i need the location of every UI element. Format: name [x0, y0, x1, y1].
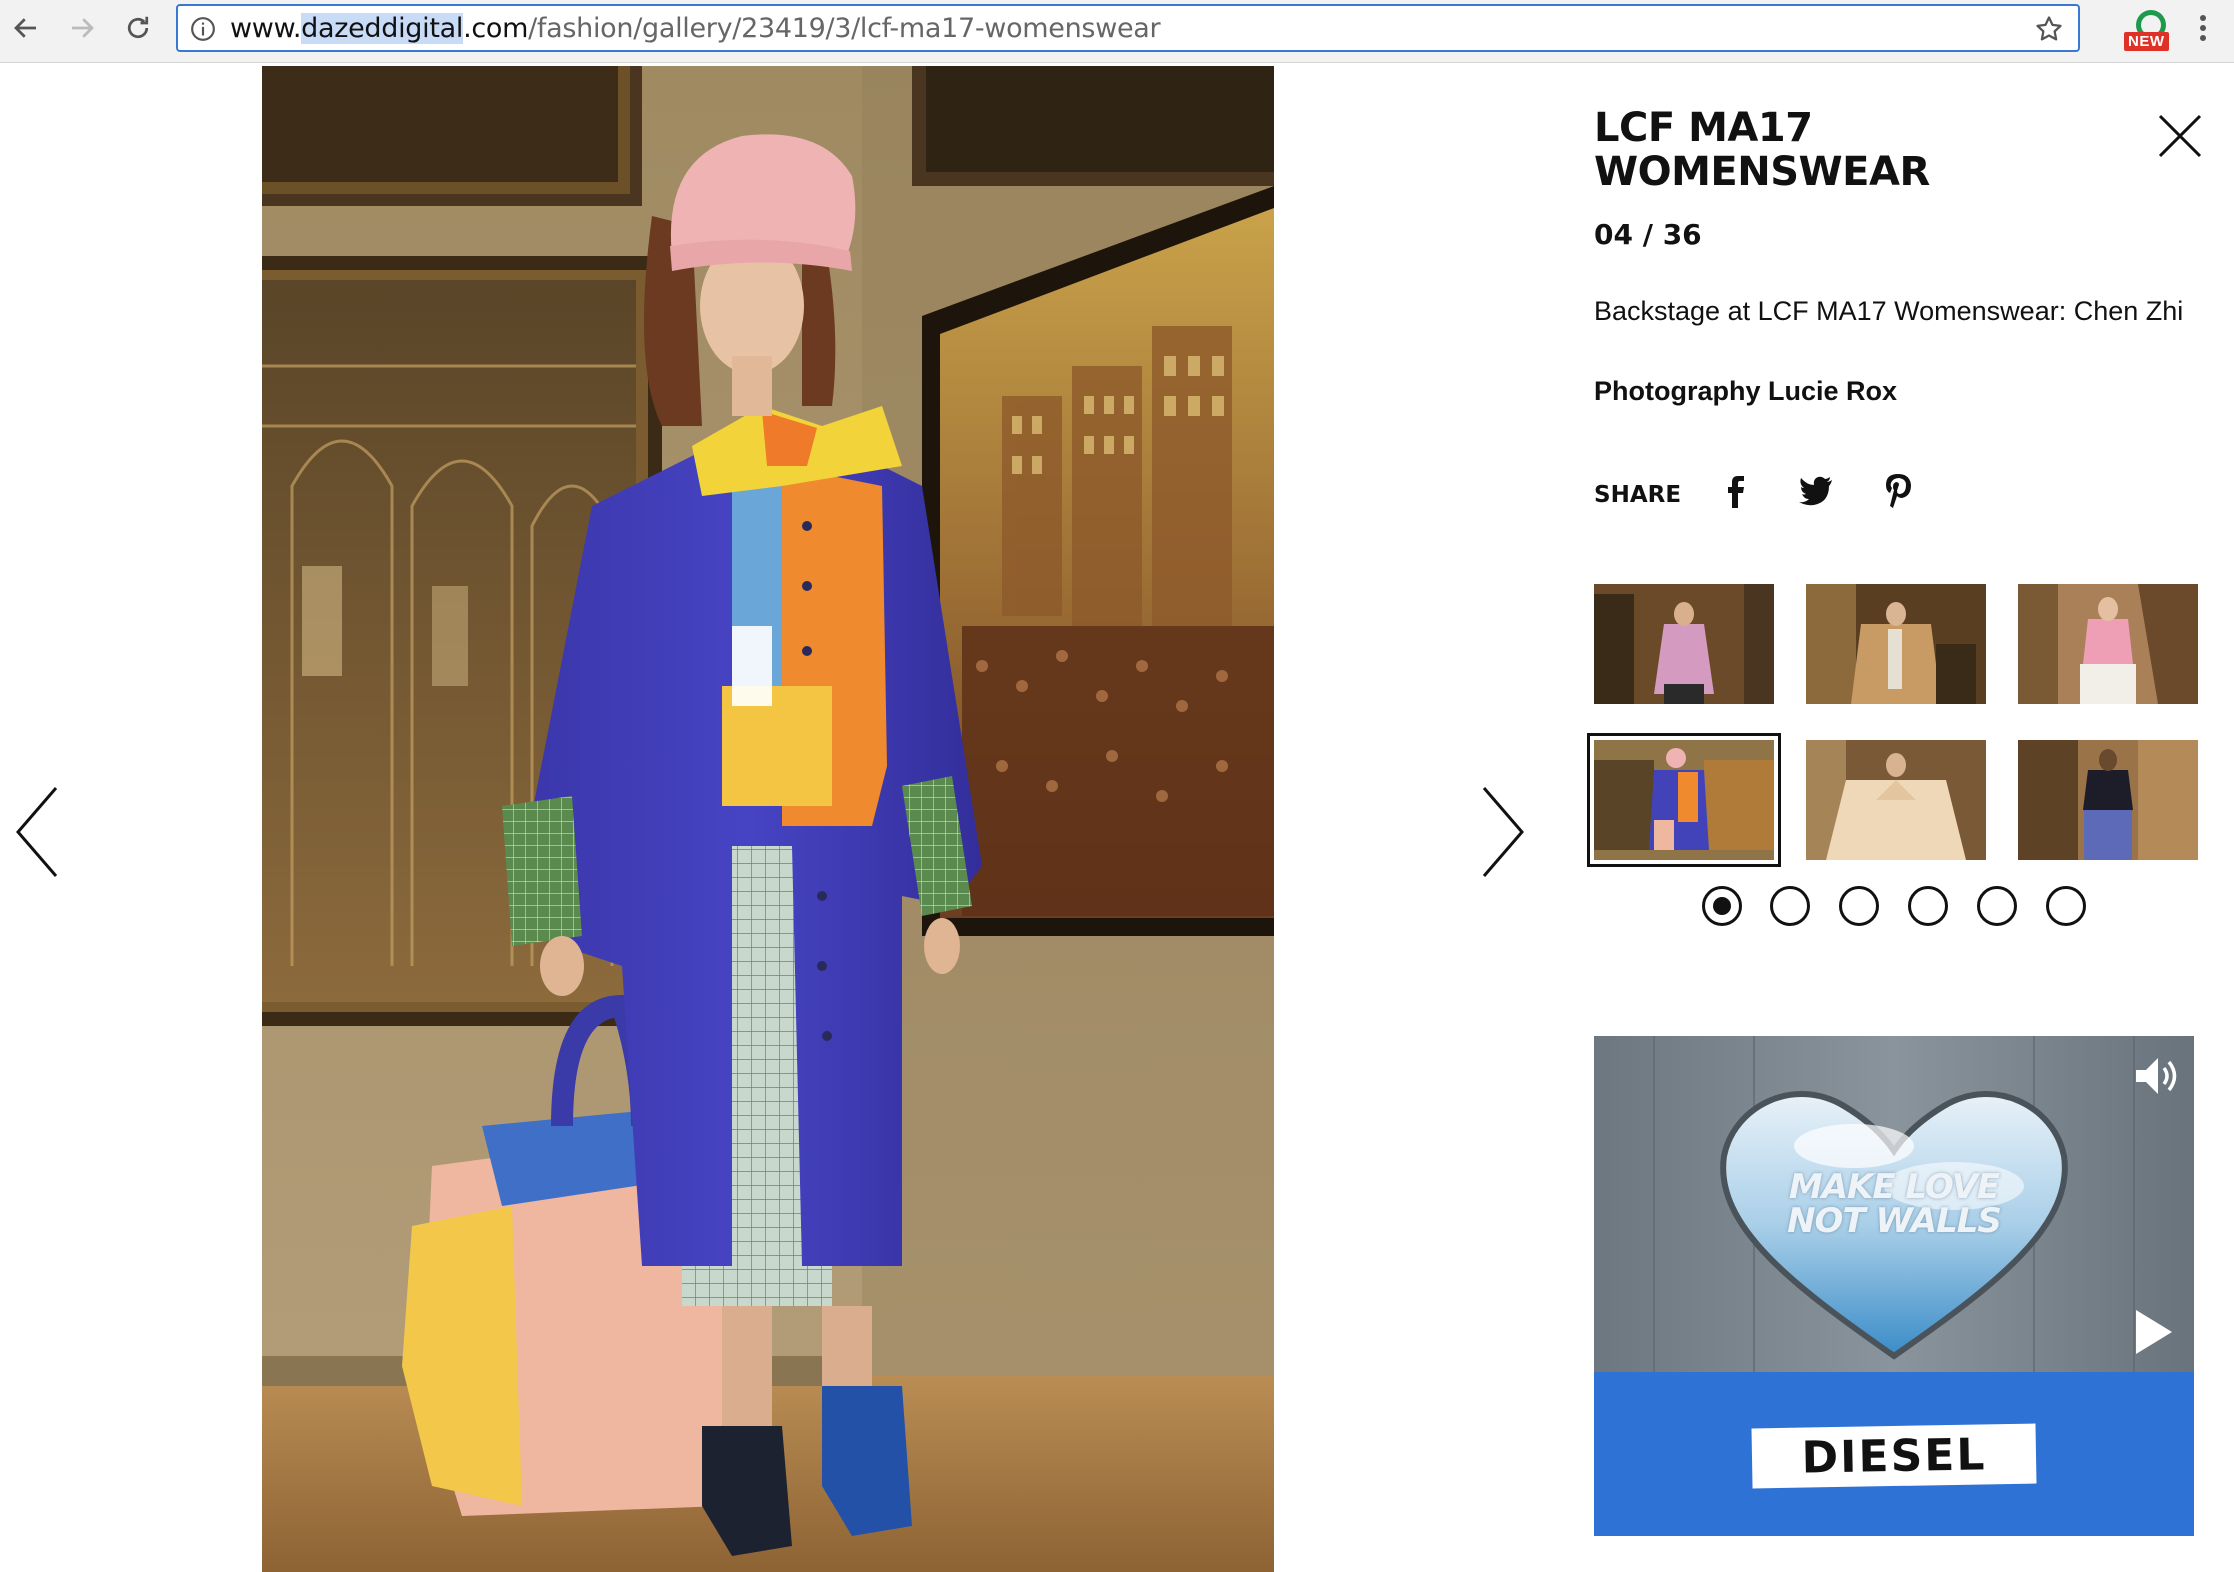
pagination-dot[interactable] — [1839, 886, 1879, 926]
gallery-thumbnail[interactable] — [1594, 584, 1774, 704]
gallery-main-photo — [262, 66, 1274, 1572]
twitter-icon[interactable] — [1796, 468, 1836, 512]
info-icon[interactable] — [190, 16, 216, 42]
pinterest-icon[interactable] — [1878, 468, 1918, 512]
gallery-thumbnail[interactable] — [2018, 740, 2198, 860]
gallery-thumbnail[interactable] — [1806, 740, 1986, 860]
share-label: SHARE — [1594, 482, 1682, 508]
back-arrow-icon[interactable] — [6, 8, 46, 48]
url-host-prefix: www. — [230, 13, 302, 44]
address-bar[interactable]: www.dazeddigital.com/fashion/gallery/234… — [176, 4, 2080, 52]
ad-tagline-line1: MAKE LOVE — [1788, 1167, 2000, 1207]
star-icon[interactable] — [2034, 14, 2064, 44]
close-icon[interactable] — [2154, 110, 2206, 162]
gallery-title: LCF MA17 WOMENSWEAR — [1594, 105, 1930, 195]
next-arrow-icon[interactable] — [1466, 772, 1536, 892]
reload-icon[interactable] — [118, 8, 158, 48]
previous-arrow-icon[interactable] — [4, 772, 74, 892]
pagination-dot[interactable] — [1770, 886, 1810, 926]
image-caption: Backstage at LCF MA17 Womenswear: Chen Z… — [1594, 296, 2184, 326]
pagination-dot[interactable] — [1908, 886, 1948, 926]
url-host-highlight: dazeddigital — [301, 13, 464, 44]
forward-arrow-icon[interactable] — [62, 8, 102, 48]
url-host-suffix: .com — [463, 13, 529, 44]
pagination-dot[interactable] — [2046, 886, 2086, 926]
play-icon[interactable] — [2130, 1306, 2176, 1358]
diesel-advertisement[interactable]: MAKE LOVE NOT WALLS DIESEL — [1594, 1036, 2194, 1536]
gallery-thumbnail[interactable] — [1806, 584, 1986, 704]
image-counter: 04 / 36 — [1594, 218, 1702, 251]
gallery-thumbnail[interactable] — [2018, 584, 2198, 704]
photo-credit: Photography Lucie Rox — [1594, 376, 1898, 406]
pagination-dot-active[interactable] — [1702, 886, 1742, 926]
gallery-thumbnail-selected[interactable] — [1587, 733, 1781, 867]
pagination-dot[interactable] — [1977, 886, 2017, 926]
ad-brand-logo: DIESEL — [1751, 1423, 2037, 1489]
url-path: /fashion/gallery/23419/3/lcf-ma17-womens… — [528, 13, 1161, 44]
extension-badge: NEW — [2124, 32, 2169, 51]
extension-icon[interactable]: NEW — [2124, 8, 2176, 54]
browser-toolbar: www.dazeddigital.com/fashion/gallery/234… — [0, 0, 2234, 63]
ad-tagline: MAKE LOVE NOT WALLS — [1714, 1170, 2074, 1238]
menu-dots-icon[interactable] — [2196, 12, 2210, 48]
ad-tagline-line2: NOT WALLS — [1787, 1201, 2002, 1241]
url-text[interactable]: www.dazeddigital.com/fashion/gallery/234… — [230, 13, 1161, 44]
sound-icon[interactable] — [2130, 1050, 2182, 1102]
facebook-icon[interactable] — [1714, 468, 1754, 512]
